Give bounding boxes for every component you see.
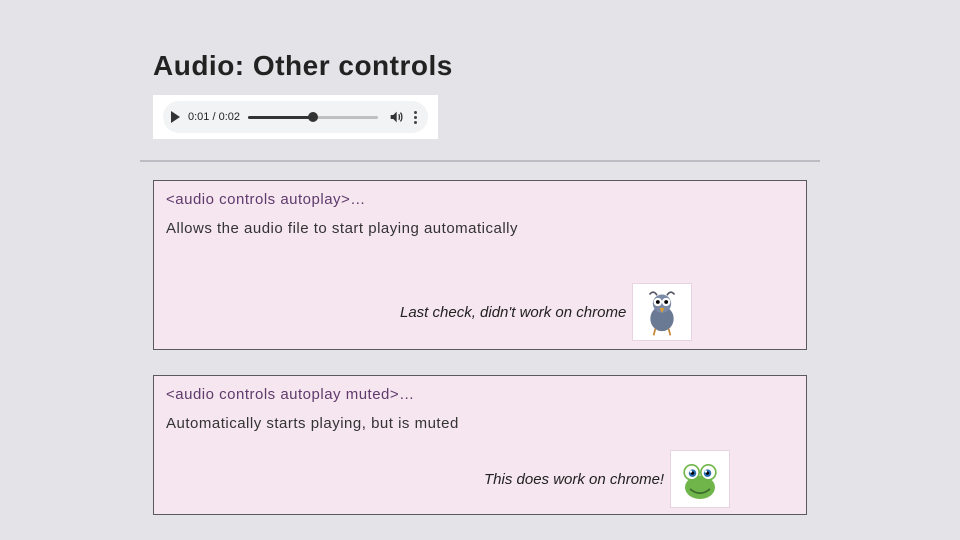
slide-title: Audio: Other controls bbox=[153, 50, 453, 82]
frog-illustration bbox=[670, 450, 730, 508]
compat-note: Last check, didn't work on chrome bbox=[400, 304, 626, 321]
audio-time: 0:01 / 0:02 bbox=[188, 111, 240, 123]
slide: Audio: Other controls 0:01 / 0:02 bbox=[0, 0, 960, 540]
code-snippet: <audio controls autoplay muted>… bbox=[166, 386, 794, 403]
note-row: This does work on chrome! bbox=[484, 450, 730, 508]
code-description: Automatically starts playing, but is mut… bbox=[166, 415, 794, 432]
kebab-menu-icon[interactable] bbox=[410, 109, 420, 125]
compat-note: This does work on chrome! bbox=[484, 471, 664, 488]
volume-icon bbox=[388, 109, 404, 125]
code-description: Allows the audio file to start playing a… bbox=[166, 220, 794, 237]
divider bbox=[140, 160, 820, 162]
note-row: Last check, didn't work on chrome bbox=[400, 283, 692, 341]
audio-player[interactable]: 0:01 / 0:02 bbox=[153, 95, 438, 139]
code-snippet: <audio controls autoplay>… bbox=[166, 191, 794, 208]
audio-player-pill: 0:01 / 0:02 bbox=[163, 101, 428, 133]
bird-illustration bbox=[632, 283, 692, 341]
audio-seek-track[interactable] bbox=[248, 116, 378, 119]
example-panel-autoplay-muted: <audio controls autoplay muted>… Automat… bbox=[153, 375, 807, 515]
play-icon[interactable] bbox=[171, 111, 180, 123]
audio-seek-fill bbox=[248, 116, 313, 119]
volume-button[interactable] bbox=[388, 109, 404, 125]
example-panel-autoplay: <audio controls autoplay>… Allows the au… bbox=[153, 180, 807, 350]
audio-seek-thumb[interactable] bbox=[308, 112, 318, 122]
